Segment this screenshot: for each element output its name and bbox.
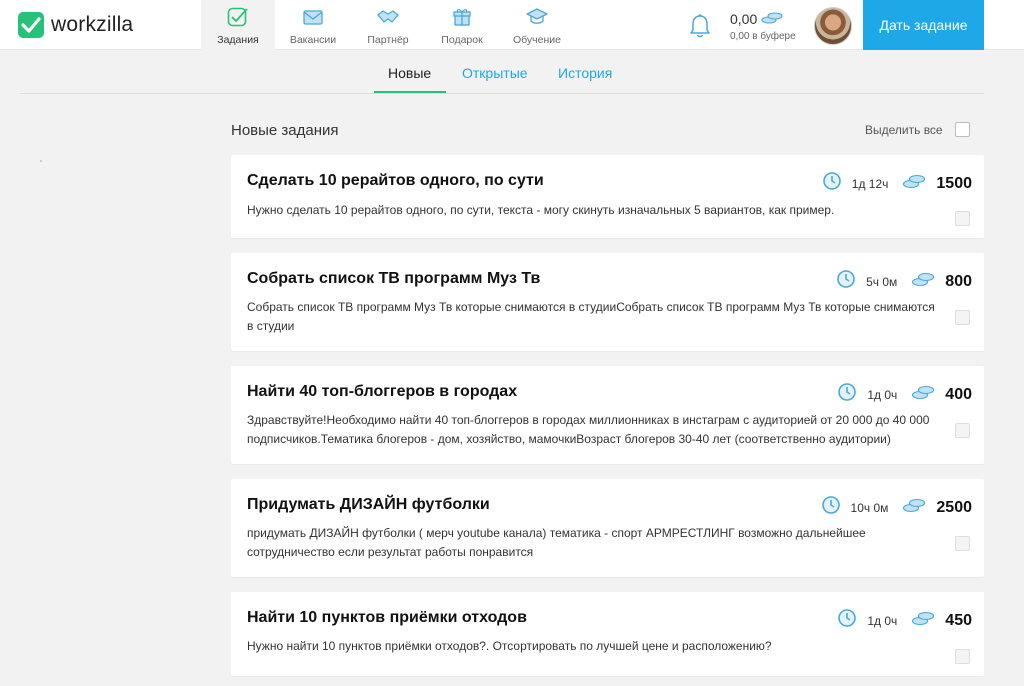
task-title[interactable]: Сделать 10 рерайтов одного, по сути [247,172,544,190]
task-card[interactable]: Найти 40 топ-блоггеров в городах 1д 0ч 4… [231,366,984,464]
nav-item-gift[interactable]: Подарок [425,0,499,50]
task-description: Нужно сделать 10 рерайтов одного, по сут… [247,203,835,217]
select-all[interactable]: Выделить все [865,122,970,137]
clock-icon [837,382,857,407]
top-header: workzilla Задания Вакансии Партнёр Подар… [0,0,1024,50]
clock-icon [822,171,842,196]
task-price: 450 [945,611,972,629]
logo-text: workzilla [51,13,134,36]
task-meta: 1д 12ч 1500 [822,171,972,196]
balance[interactable]: 0,00 0,00 в буфере [730,10,796,43]
task-card[interactable]: Найти 10 пунктов приёмки отходов 1д 0ч 4… [231,592,984,676]
task-time: 1д 12ч [851,176,889,191]
task-title[interactable]: Найти 40 топ-блоггеров в городах [247,383,517,401]
task-description: Здравствуйте!Необходимо найти 40 топ-бло… [247,413,930,446]
balance-buffer: 0,00 в буфере [730,31,796,42]
list-title: Новые задания [231,122,339,139]
coins-icon [911,610,935,631]
logo-check-icon [18,12,44,38]
tab-history[interactable]: История [558,65,612,81]
task-description: Собрать список ТВ программ Муз Тв которы… [247,300,935,333]
balance-amount: 0,00 [730,10,758,27]
nav-item-partner[interactable]: Партнёр [351,0,425,50]
task-select-checkbox[interactable] [955,310,970,325]
tab-new[interactable]: Новые [388,65,431,81]
tab-open[interactable]: Открытые [462,65,528,81]
graduation-cap-icon [525,6,549,28]
coins-icon [902,173,926,194]
task-card[interactable]: Собрать список ТВ программ Муз Тв 5ч 0м … [231,253,984,351]
balance-amount-row: 0,00 [730,10,796,27]
task-time: 5ч 0м [866,274,898,289]
coins-icon [761,10,783,27]
clock-icon [821,495,841,520]
select-all-checkbox[interactable] [954,122,970,137]
task-description: придумать ДИЗАЙН футболки ( мерч youtube… [247,526,866,559]
nav-item-label: Обучение [512,34,561,46]
task-description: Нужно найти 10 пунктов приёмки отходов?.… [247,639,772,653]
task-select-checkbox[interactable] [955,649,970,664]
coins-icon [902,497,926,518]
coins-icon [911,271,935,292]
task-meta: 5ч 0м 800 [836,269,972,294]
task-select-checkbox[interactable] [955,211,970,226]
task-title[interactable]: Найти 10 пунктов приёмки отходов [247,609,527,627]
active-tab-underline [374,91,446,93]
task-time: 10ч 0м [850,500,889,515]
task-price: 400 [945,385,972,403]
logo[interactable]: workzilla [18,12,133,38]
task-title[interactable]: Придумать ДИЗАЙН футболки [247,496,490,514]
gift-icon [450,6,474,28]
task-price: 2500 [936,498,972,516]
task-meta: 10ч 0м 2500 [821,495,972,520]
nav-item-label: Задания [217,34,259,46]
nav-item-label: Вакансии [289,34,337,46]
task-select-checkbox[interactable] [955,423,970,438]
task-time: 1д 0ч [867,613,898,628]
nav-item-learning[interactable]: Обучение [499,0,575,50]
nav-item-label: Подарок [441,34,483,46]
task-tabs: Новые Открытые История [20,50,984,94]
nav-item-vacancies[interactable]: Вакансии [275,0,351,50]
task-select-checkbox[interactable] [955,536,970,551]
clock-icon [836,269,856,294]
task-price: 1500 [936,174,972,192]
task-time: 1д 0ч [867,387,898,402]
coins-icon [911,384,935,405]
handshake-icon [376,6,400,28]
task-card[interactable]: Придумать ДИЗАЙН футболки 10ч 0м 2500 пр… [231,479,984,577]
task-price: 800 [945,272,972,290]
notifications-bell-icon[interactable] [688,13,712,39]
select-all-label: Выделить все [865,122,943,137]
decorative-dot [40,160,42,162]
task-card[interactable]: Сделать 10 рерайтов одного, по сути 1д 1… [231,155,984,238]
tasks-check-icon [226,6,250,28]
user-avatar[interactable] [814,7,852,45]
main-nav: Задания Вакансии Партнёр Подарок Обучени… [201,0,575,50]
clock-icon [837,608,857,633]
create-task-button[interactable]: Дать задание [863,0,984,50]
nav-item-label: Партнёр [367,34,409,46]
task-meta: 1д 0ч 450 [837,608,972,633]
envelope-icon [301,6,325,28]
task-title[interactable]: Собрать список ТВ программ Муз Тв [247,270,540,288]
nav-item-tasks[interactable]: Задания [201,0,275,50]
task-meta: 1д 0ч 400 [837,382,972,407]
